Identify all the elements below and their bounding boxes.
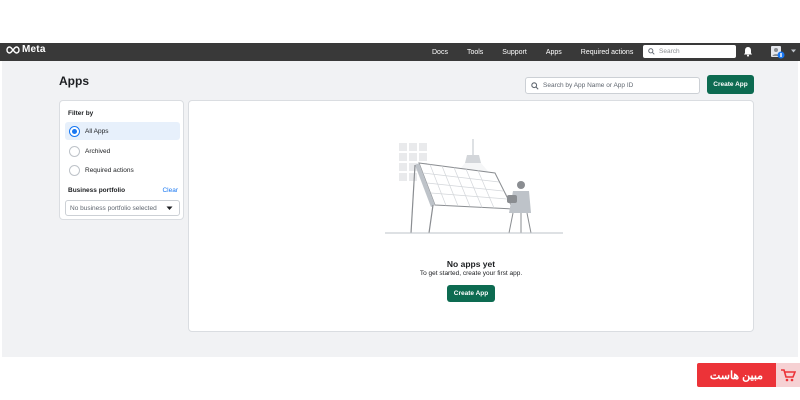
bell-icon[interactable] <box>743 46 753 57</box>
nav-tools[interactable]: Tools <box>467 49 483 56</box>
empty-state-title: No apps yet <box>446 259 496 269</box>
business-portfolio-select[interactable]: No business portfolio selected <box>65 200 180 216</box>
filter-option-label: Archived <box>85 147 111 155</box>
nav-required-actions[interactable]: Required actions <box>581 49 634 56</box>
empty-state-subtitle: To get started, create your first app. <box>419 270 523 277</box>
app-search-box[interactable] <box>525 77 700 94</box>
clear-link[interactable]: Clear <box>162 187 178 194</box>
filter-option-archived[interactable]: Archived <box>65 142 180 160</box>
search-icon <box>648 48 655 55</box>
create-app-button[interactable]: Create App <box>707 75 754 94</box>
meta-infinity-icon <box>6 45 20 54</box>
cart-icon <box>781 369 796 382</box>
watermark-text: مبین هاست <box>697 363 776 387</box>
business-portfolio-label: Business portfolio <box>68 187 126 194</box>
chevron-down-icon <box>166 206 173 210</box>
top-nav-bar: Meta Docs Tools Support Apps Required ac… <box>0 43 800 61</box>
nav-docs[interactable]: Docs <box>432 49 448 56</box>
radio-unselected-icon[interactable] <box>69 164 80 176</box>
watermark-badge: مبین هاست <box>697 363 800 387</box>
business-portfolio-value: No business portfolio selected <box>70 204 157 212</box>
chevron-down-icon[interactable] <box>790 48 797 54</box>
radio-selected-icon[interactable] <box>69 125 80 137</box>
nav-support[interactable]: Support <box>502 49 527 56</box>
filter-option-all-apps[interactable]: All Apps <box>65 122 180 140</box>
filter-option-required-actions[interactable]: Required actions <box>65 161 180 179</box>
page-content: Apps Create App Filter by All Apps Archi… <box>2 61 798 357</box>
brand-name: Meta <box>22 44 46 55</box>
search-icon <box>531 81 539 90</box>
empty-state-create-app-button[interactable]: Create App <box>447 285 495 302</box>
page-title: Apps <box>59 74 89 88</box>
meta-logo[interactable]: Meta <box>6 44 46 55</box>
app-search-input[interactable] <box>543 82 693 89</box>
apps-list-panel: No apps yet To get started, create your … <box>188 100 754 332</box>
filter-option-label: All Apps <box>85 127 109 135</box>
watermark-logo-icon <box>776 363 800 387</box>
filter-panel: Filter by All Apps Archived Required act… <box>59 100 184 220</box>
nav-apps[interactable]: Apps <box>546 49 562 56</box>
top-search-box[interactable] <box>643 45 736 58</box>
filter-option-label: Required actions <box>85 166 134 174</box>
main-nav: Docs Tools Support Apps Required actions <box>432 43 652 61</box>
filter-title: Filter by <box>68 110 94 117</box>
radio-unselected-icon[interactable] <box>69 145 80 157</box>
top-search-input[interactable] <box>659 48 731 55</box>
avatar-icon[interactable] <box>771 45 785 59</box>
empty-state-illustration <box>385 139 563 234</box>
